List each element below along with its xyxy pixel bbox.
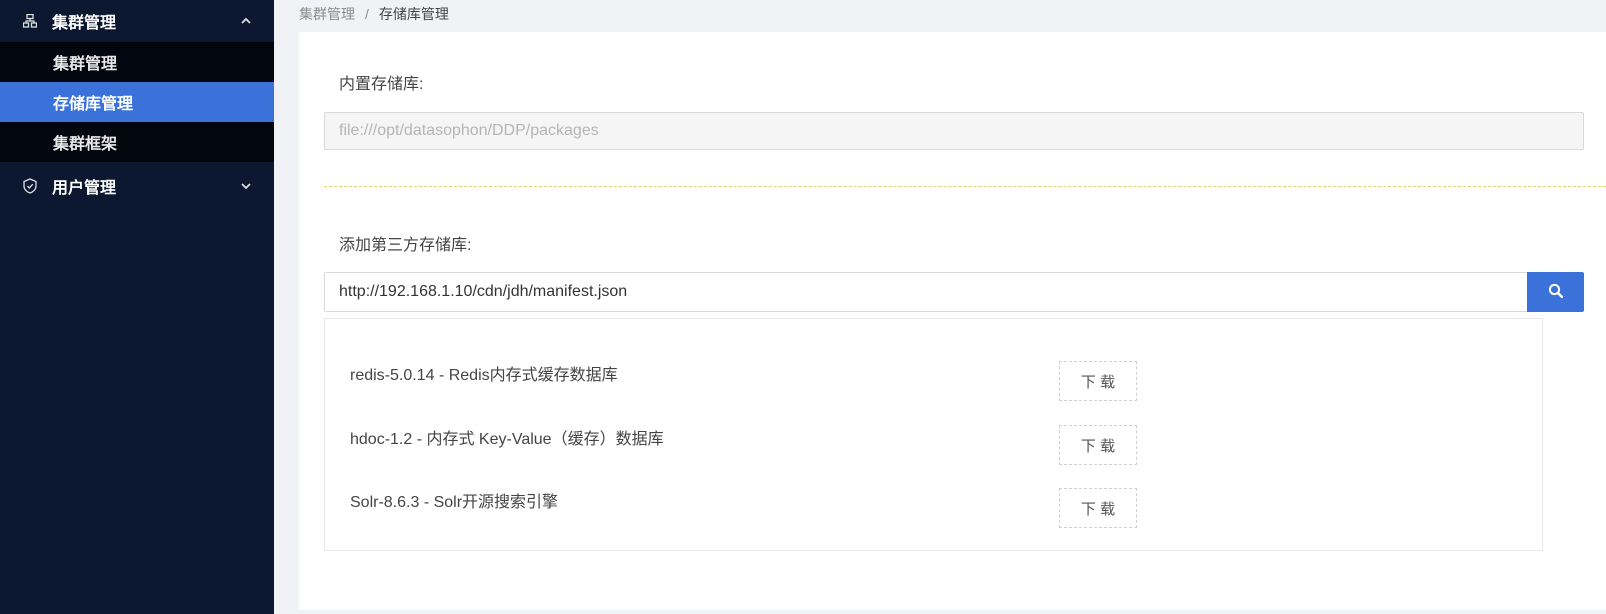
- breadcrumb-separator: /: [365, 6, 369, 22]
- download-button[interactable]: 下 载: [1059, 488, 1137, 528]
- sidebar-item-cluster-manage[interactable]: 集群管理: [0, 42, 274, 82]
- menu-group-label: 用户管理: [52, 180, 117, 197]
- sidebar: 集群管理 集群管理 存储库管理 集群框架 用户管理: [0, 0, 274, 614]
- sidebar-item-label: 集群框架: [53, 136, 118, 153]
- sidebar-item-label: 集群管理: [53, 56, 118, 73]
- list-item: redis-5.0.14 - Redis内存式缓存数据库 下 载: [350, 361, 1530, 405]
- download-button[interactable]: 下 载: [1059, 361, 1137, 401]
- search-icon: [1548, 283, 1564, 302]
- list-item: Solr-8.6.3 - Solr开源搜索引擎 下 载: [350, 488, 1530, 532]
- repo-results-list: redis-5.0.14 - Redis内存式缓存数据库 下 载 hdoc-1.…: [324, 318, 1543, 551]
- builtin-repo-label: 内置存储库:: [339, 76, 424, 93]
- package-name: redis-5.0.14 - Redis内存式缓存数据库: [350, 367, 618, 384]
- breadcrumb-parent[interactable]: 集群管理: [299, 4, 355, 24]
- chevron-down-icon: [240, 179, 252, 193]
- breadcrumb-current: 存储库管理: [378, 6, 449, 22]
- package-name: Solr-8.6.3 - Solr开源搜索引擎: [350, 494, 559, 511]
- download-button[interactable]: 下 载: [1059, 425, 1137, 465]
- submenu-cluster: 集群管理 存储库管理 集群框架: [0, 42, 274, 162]
- sidebar-item-label: 存储库管理: [53, 96, 134, 113]
- repo-panel: 内置存储库: file:///opt/datasophon/DDP/packag…: [299, 32, 1606, 610]
- builtin-repo-value: file:///opt/datasophon/DDP/packages: [339, 122, 599, 139]
- section-divider: [324, 186, 1606, 187]
- menu-group-user[interactable]: 用户管理: [0, 162, 274, 210]
- builtin-repo-field: file:///opt/datasophon/DDP/packages: [324, 112, 1584, 150]
- repo-url-input[interactable]: [324, 272, 1527, 312]
- breadcrumb: 集群管理 / 存储库管理: [299, 4, 449, 24]
- menu-group-label: 集群管理: [52, 15, 117, 32]
- menu-group-cluster[interactable]: 集群管理: [0, 0, 274, 42]
- repo-url-search: [324, 272, 1584, 312]
- sidebar-item-cluster-framework[interactable]: 集群框架: [0, 122, 274, 162]
- third-party-repo-label: 添加第三方存储库:: [339, 237, 472, 254]
- chevron-up-icon: [240, 14, 252, 28]
- package-name: hdoc-1.2 - 内存式 Key-Value（缓存）数据库: [350, 431, 664, 448]
- search-button[interactable]: [1527, 272, 1584, 312]
- list-item: hdoc-1.2 - 内存式 Key-Value（缓存）数据库 下 载: [350, 425, 1530, 469]
- shield-icon: [22, 178, 38, 194]
- sidebar-item-repo-manage[interactable]: 存储库管理: [0, 82, 274, 122]
- cluster-icon: [22, 14, 38, 28]
